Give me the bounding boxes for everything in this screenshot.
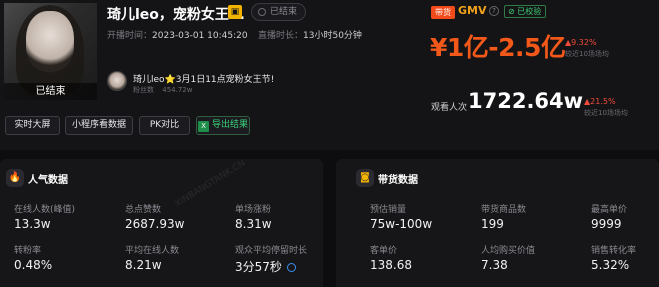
conversion-rate-label: 转粉率 [14,246,42,256]
total-likes-label: 总点赞数 [125,205,162,215]
avg-order-value: 138.68 [370,258,412,272]
info-icon[interactable]: ? [489,6,499,16]
open-time: 开播时间：2023-03-01 10:45:20 [107,28,248,41]
verified-label: 已校验 [517,7,542,16]
peak-online-value: 13.3w [14,217,51,231]
gmv-delta-caption: 较近10场场均 [565,50,609,58]
per-capita-value: 7.38 [481,258,508,272]
gmv-value: ¥1亿-2.5亿 [430,33,566,62]
popularity-panel: 🔥 人气数据 在线人数(峰值) 13.3w 总点赞数 2687.93w 单场涨粉… [0,158,323,287]
status-dot-icon [258,8,266,16]
realtime-screen-button[interactable]: 实时大屏 [5,116,60,135]
max-price-value: 9999 [591,217,622,231]
excel-icon: X [197,121,209,132]
per-capita-label: 人均购买价值 [481,246,536,256]
fans-count: 粉丝数 454.72w [133,85,333,95]
total-likes-value: 2687.93w [125,217,185,231]
avg-stay: 3分57秒 [235,258,296,275]
fans-gained-value: 8.31w [235,217,272,231]
product-count-label: 带货商品数 [481,205,527,215]
viewer-delta-caption: 较近10场场均 [584,109,628,117]
est-sales-value: 75w-100w [370,217,433,231]
product-count-value: 199 [481,217,504,231]
viewer-count-label: 观看人次 [431,103,468,113]
verified-badge: ⊘ 已校验 [504,5,547,18]
viewer-delta: ▲21.5% [584,97,616,106]
live-cover-image[interactable]: 已结束 [4,3,97,100]
avg-stay-label: 观众平均停留时长 [235,246,308,256]
duration-value: 13小时50分钟 [303,31,362,41]
duration-label: 直播时长： [258,31,304,41]
sales-conversion-label: 销售转化率 [591,246,637,256]
avg-order-label: 客单价 [370,246,398,256]
search-icon[interactable] [286,263,296,272]
avg-online-label: 平均在线人数 [125,246,180,256]
live-duration: 直播时长：13小时50分钟 [258,28,362,41]
status-badge-label: 已结束 [270,7,298,17]
peak-online-label: 在线人数(峰值) [14,205,76,215]
est-sales-label: 预估销量 [370,205,407,215]
gmv-label: GMV [458,4,487,17]
sales-tag-badge: 带货 [431,6,455,19]
avg-stay-value: 3分57秒 [235,260,282,274]
shopping-cart-icon: ▣ [228,5,242,19]
export-button[interactable]: X 导出结果 [196,116,250,135]
cover-status-label: 已结束 [4,83,97,100]
open-time-label: 开播时间： [107,31,153,41]
open-time-value: 2023-03-01 10:45:20 [152,31,248,41]
mini-program-button[interactable]: 小程序看数据 [65,116,133,135]
fans-gained-label: 单场涨粉 [235,205,272,215]
gmv-delta: ▲9.32% [565,38,597,47]
export-button-label: 导出结果 [211,120,248,130]
viewer-delta-value: 21.5% [590,97,616,106]
popularity-title: 人气数据 [28,175,68,186]
live-title[interactable]: 琦儿leo，宠粉女王... [107,4,245,24]
sales-panel: ◙ 带货数据 预估销量 75w-100w 带货商品数 199 最高单价 9999… [336,159,659,287]
streamer-avatar[interactable] [107,71,127,91]
bag-icon: ◙ [356,169,374,187]
fans-label: 粉丝数 [133,86,154,94]
gmv-delta-value: 9.32% [571,38,597,47]
cover-face-shape [26,11,74,71]
streamer-announcement: 琦儿leo⭐3月1日11点宠粉女王节! [133,75,275,85]
status-badge: 已结束 [251,3,306,21]
fans-value: 454.72w [162,86,193,94]
sales-title: 带货数据 [378,175,418,186]
avg-online-value: 8.21w [125,258,162,272]
check-circle-icon: ⊘ [508,7,515,16]
viewer-count-value: 1722.64w [468,89,584,113]
max-price-label: 最高单价 [591,205,628,215]
flame-icon: 🔥 [6,169,24,187]
conversion-rate-value: 0.48% [14,258,53,272]
pk-compare-button[interactable]: PK对比 [139,116,190,135]
sales-conversion-value: 5.32% [591,258,630,272]
